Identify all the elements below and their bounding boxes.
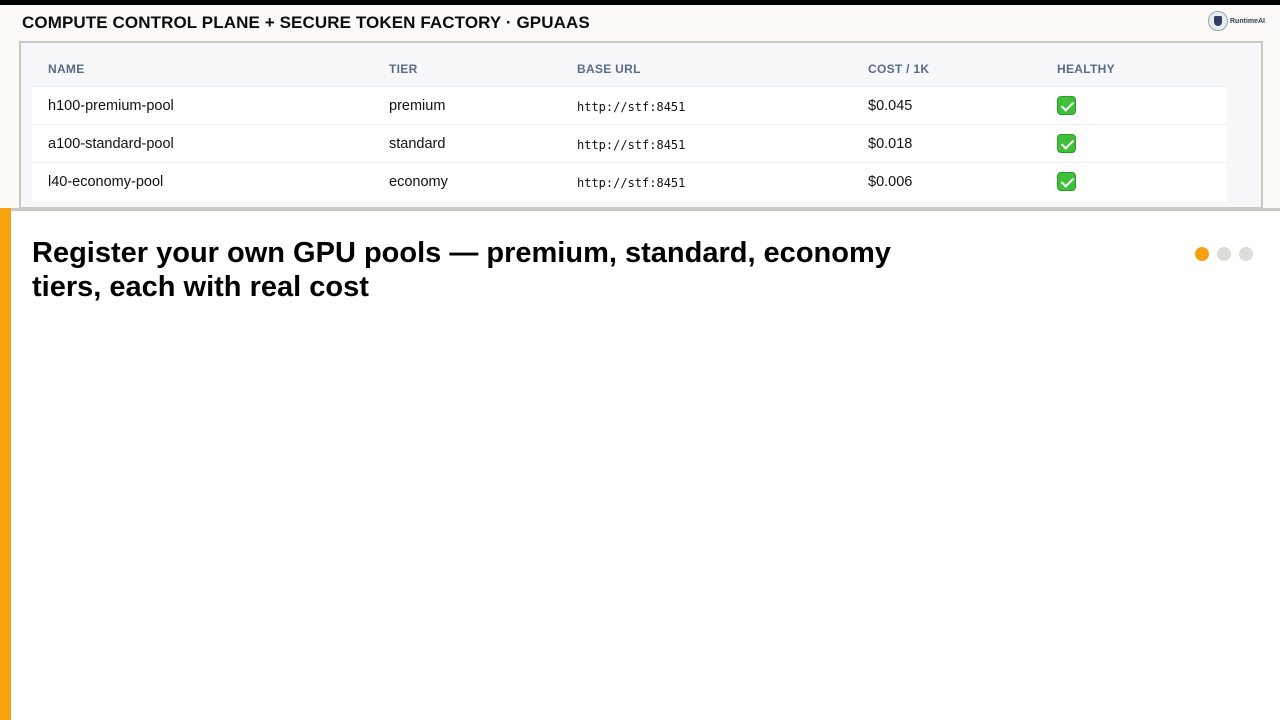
pagination-dot-2[interactable] [1217,247,1231,261]
pool-tier: economy [389,174,448,190]
pagination-dots [1195,247,1253,261]
column-header-tier[interactable]: TIER [389,62,418,76]
brand-logo: RuntimeAI [1208,11,1265,31]
table-row[interactable]: h100-premium-pool premium http://stf:845… [32,86,1227,124]
pool-base-url: http://stf:8451 [577,176,686,190]
check-mark-icon [1057,96,1076,115]
slide-headline: Register your own GPU pools — premium, s… [32,237,891,303]
column-header-cost[interactable]: COST / 1K [868,62,929,76]
logo-text: RuntimeAI [1230,17,1265,25]
pool-cost: $0.006 [868,174,913,190]
pool-base-url: http://stf:8451 [577,100,686,114]
pool-name: l40-economy-pool [48,174,164,190]
page-title: COMPUTE CONTROL PLANE + SECURE TOKEN FAC… [22,13,590,32]
pool-base-url: http://stf:8451 [577,138,686,152]
column-header-name[interactable]: NAME [48,62,85,76]
pool-tier: premium [389,98,446,114]
check-mark-icon [1057,134,1076,153]
pool-cost: $0.045 [868,98,913,114]
pool-name: a100-standard-pool [48,136,174,152]
pool-tier: standard [389,136,446,152]
column-header-healthy[interactable]: HEALTHY [1057,62,1115,76]
accent-bar [0,208,11,720]
pool-name: h100-premium-pool [48,98,174,114]
column-header-base-url[interactable]: BASE URL [577,62,641,76]
gpu-pools-table: NAME TIER BASE URL COST / 1K HEALTHY h10… [32,50,1227,202]
table-row[interactable]: a100-standard-pool standard http://stf:8… [32,124,1227,162]
table-header: NAME TIER BASE URL COST / 1K HEALTHY [32,50,1227,86]
top-border [0,0,1280,5]
shield-logo-icon [1208,11,1228,31]
pool-cost: $0.018 [868,136,913,152]
gpu-pools-panel: NAME TIER BASE URL COST / 1K HEALTHY h10… [19,41,1263,209]
section-divider [0,208,1280,211]
check-mark-icon [1057,172,1076,191]
pagination-dot-1[interactable] [1195,247,1209,261]
table-row[interactable]: l40-economy-pool economy http://stf:8451… [32,162,1227,200]
pagination-dot-3[interactable] [1239,247,1253,261]
